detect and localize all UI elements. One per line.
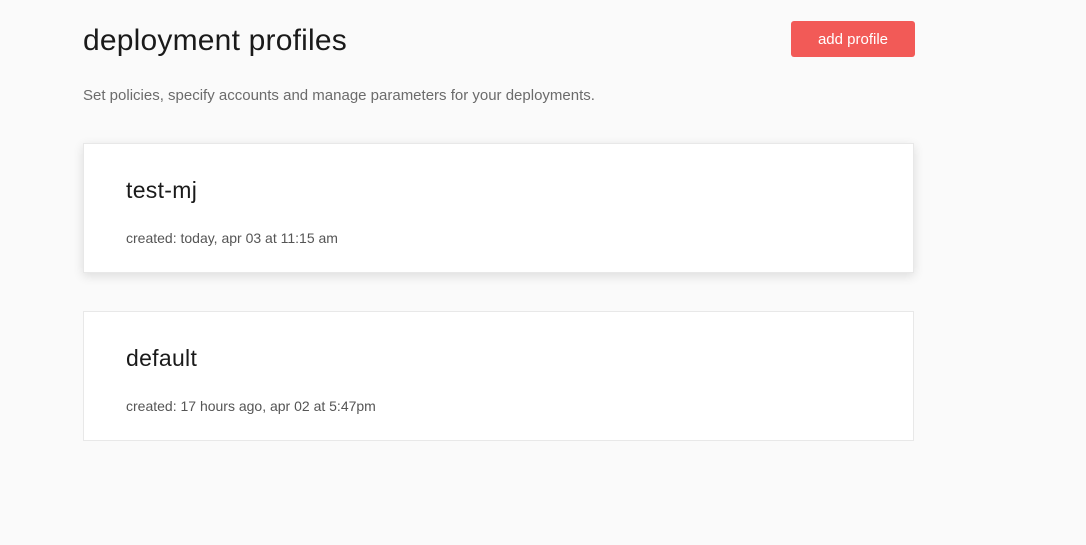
add-profile-button[interactable]: add profile bbox=[791, 21, 915, 57]
profile-name: default bbox=[126, 345, 198, 371]
page-subtitle: Set policies, specify accounts and manag… bbox=[83, 87, 595, 104]
profile-card-test-mj[interactable]: test-mj created: today, apr 03 at 11:15 … bbox=[83, 143, 914, 273]
profile-name: test-mj bbox=[126, 177, 198, 203]
deployment-profiles-page: deployment profiles add profile Set poli… bbox=[0, 0, 1086, 545]
profile-created-date: created: 17 hours ago, apr 02 at 5:47pm bbox=[126, 398, 376, 414]
profile-created-date: created: today, apr 03 at 11:15 am bbox=[126, 230, 338, 246]
page-title: deployment profiles bbox=[83, 24, 347, 57]
profile-card-default[interactable]: default created: 17 hours ago, apr 02 at… bbox=[83, 311, 914, 441]
